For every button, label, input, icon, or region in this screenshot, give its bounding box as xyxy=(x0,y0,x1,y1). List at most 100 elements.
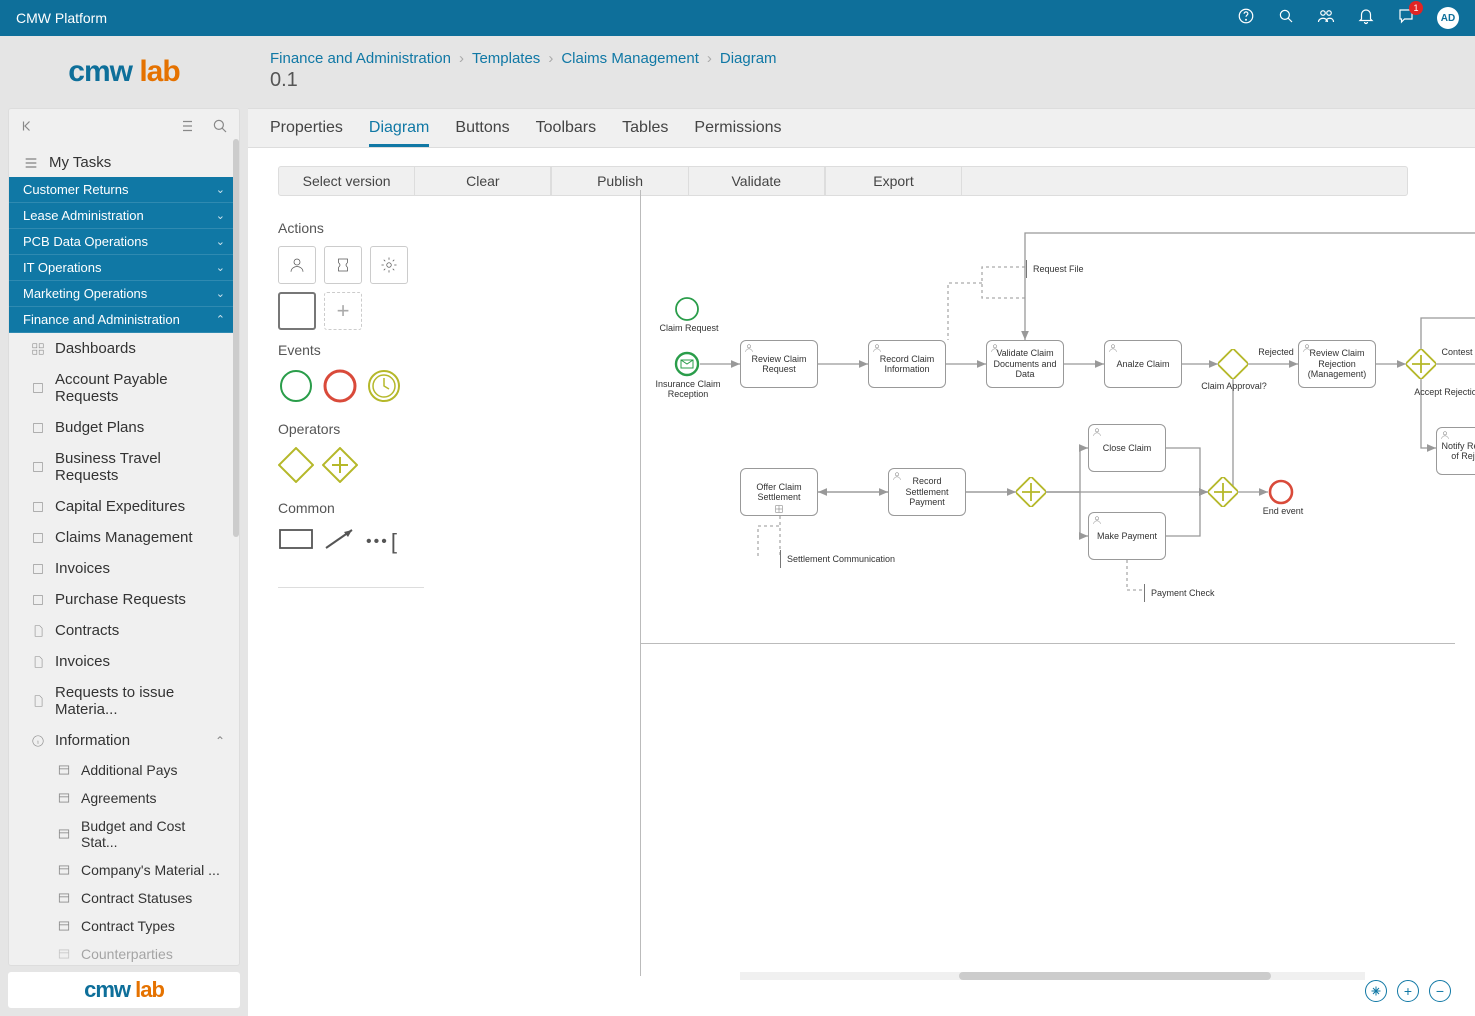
tab-properties[interactable]: Properties xyxy=(270,109,343,147)
sub-counterparties[interactable]: Counterparties xyxy=(9,940,239,965)
edge-contest-label: Contest Rejection xyxy=(1440,348,1475,358)
nav-invoices[interactable]: Invoices xyxy=(9,553,239,584)
sub-company-material[interactable]: Company's Material ... xyxy=(9,856,239,884)
zoom-controls: + − xyxy=(1365,980,1451,1002)
sub-agreements[interactable]: Agreements xyxy=(9,784,239,812)
task-analyze-claim[interactable]: Analze Claim xyxy=(1104,340,1182,388)
task-close-claim[interactable]: Close Claim xyxy=(1088,424,1166,472)
chevron-down-icon: ⌄ xyxy=(216,183,225,196)
palette-parallel-gateway-icon[interactable] xyxy=(322,447,358,488)
annotation-payment-check[interactable]: Payment Check xyxy=(1144,584,1221,602)
palette-service-task-icon[interactable] xyxy=(370,246,408,284)
palette-gateway-icon[interactable] xyxy=(278,447,314,488)
sub-contract-statuses[interactable]: Contract Statuses xyxy=(9,884,239,912)
task-offer-settlement[interactable]: Offer Claim Settlement xyxy=(740,468,818,516)
nav-information[interactable]: Information ⌃ xyxy=(9,725,239,756)
palette-actions-label: Actions xyxy=(278,220,424,236)
version-label: 0.1 xyxy=(270,69,1453,92)
section-it-ops[interactable]: IT Operations⌄ xyxy=(9,255,239,281)
task-record-settlement[interactable]: Record Settlement Payment xyxy=(888,468,966,516)
tab-tables[interactable]: Tables xyxy=(622,109,668,147)
crumb-1[interactable]: Templates xyxy=(472,50,540,67)
zoom-out-icon[interactable]: − xyxy=(1429,980,1451,1002)
nav-scroll[interactable]: My Tasks Customer Returns⌄ Lease Adminis… xyxy=(9,148,239,965)
nav-invoices-2[interactable]: Invoices xyxy=(9,646,239,677)
task-make-payment[interactable]: Make Payment xyxy=(1088,512,1166,560)
nav-dashboards[interactable]: Dashboards xyxy=(9,333,239,364)
main-area: Finance and Administration› Templates› C… xyxy=(248,36,1475,1016)
collapse-nav-icon[interactable] xyxy=(19,117,37,140)
palette-start-event-icon[interactable] xyxy=(278,368,314,409)
nav-travel-requests[interactable]: Business Travel Requests xyxy=(9,443,239,491)
nav-capex[interactable]: Capital Expeditures xyxy=(9,491,239,522)
help-icon[interactable] xyxy=(1237,7,1255,30)
nav-scrollbar[interactable] xyxy=(233,139,239,537)
nav-contracts[interactable]: Contracts xyxy=(9,615,239,646)
app-title: CMW Platform xyxy=(16,10,1237,26)
palette-script-task-icon[interactable] xyxy=(324,246,362,284)
btn-select-version[interactable]: Select version xyxy=(279,167,415,195)
palette-common-label: Common xyxy=(278,500,424,516)
palette-user-task-icon[interactable] xyxy=(278,246,316,284)
section-pcb[interactable]: PCB Data Operations⌄ xyxy=(9,229,239,255)
task-validate-docs[interactable]: Validate Claim Documents and Data xyxy=(986,340,1064,388)
section-customer-returns[interactable]: Customer Returns⌄ xyxy=(9,177,239,203)
chevron-down-icon: ⌄ xyxy=(216,261,225,274)
task-review-rejection[interactable]: Review Claim Rejection (Management) xyxy=(1298,340,1376,388)
message-start-event[interactable] xyxy=(674,351,700,377)
annotation-settlement-comm[interactable]: Settlement Communication xyxy=(780,550,901,568)
nav-purchase-requests[interactable]: Purchase Requests xyxy=(9,584,239,615)
nav-budget-plans[interactable]: Budget Plans xyxy=(9,412,239,443)
palette-end-event-icon[interactable] xyxy=(322,368,358,409)
start-event[interactable] xyxy=(674,296,700,322)
palette-annotation-icon[interactable]: •••[ xyxy=(366,529,397,555)
gateway-parallel[interactable] xyxy=(1406,349,1436,379)
search-icon[interactable] xyxy=(1277,7,1295,30)
messages-icon[interactable]: 1 xyxy=(1397,7,1415,30)
task-record-claim-info[interactable]: Record Claim Information xyxy=(868,340,946,388)
sub-contract-types[interactable]: Contract Types xyxy=(9,912,239,940)
tab-diagram[interactable]: Diagram xyxy=(369,109,429,147)
diagram-canvas[interactable]: Claim Request Insurance Claim Reception … xyxy=(440,148,1475,1016)
section-marketing[interactable]: Marketing Operations⌄ xyxy=(9,281,239,307)
people-icon[interactable] xyxy=(1317,7,1335,30)
end-event-2[interactable] xyxy=(1268,479,1294,505)
gateway-split[interactable] xyxy=(1016,477,1046,507)
nav-claims-mgmt[interactable]: Claims Management xyxy=(9,522,239,553)
palette-add-icon[interactable]: + xyxy=(324,292,362,330)
tab-toolbars[interactable]: Toolbars xyxy=(536,109,596,147)
section-finance[interactable]: Finance and Administration⌃ xyxy=(9,307,239,333)
zoom-fit-icon[interactable] xyxy=(1365,980,1387,1002)
gateway-join[interactable] xyxy=(1208,477,1238,507)
palette-flow-icon[interactable] xyxy=(322,526,358,557)
palette-timer-event-icon[interactable] xyxy=(366,368,402,409)
message-start-label: Insurance Claim Reception xyxy=(648,380,728,400)
tab-buttons[interactable]: Buttons xyxy=(455,109,509,147)
nav-search-icon[interactable] xyxy=(211,117,229,140)
breadcrumb: Finance and Administration› Templates› C… xyxy=(270,50,1453,67)
palette-task-icon[interactable] xyxy=(278,292,316,330)
bell-icon[interactable] xyxy=(1357,7,1375,30)
nav-ap-requests[interactable]: Account Payable Requests xyxy=(9,364,239,412)
task-review-claim[interactable]: Review Claim Request xyxy=(740,340,818,388)
task-notify-requester[interactable]: Notify Requester of Rejection xyxy=(1436,427,1475,475)
horizontal-scrollbar[interactable] xyxy=(740,972,1365,980)
zoom-in-icon[interactable]: + xyxy=(1397,980,1419,1002)
gateway-approval[interactable] xyxy=(1218,349,1248,379)
palette-pool-icon[interactable] xyxy=(278,526,314,557)
edge-accept-label: Accept Rejection xyxy=(1408,388,1475,398)
tab-permissions[interactable]: Permissions xyxy=(694,109,781,147)
sub-additional-pays[interactable]: Additional Pays xyxy=(9,756,239,784)
crumb-0[interactable]: Finance and Administration xyxy=(270,50,451,67)
end-event-2-label: End event xyxy=(1258,507,1308,517)
my-tasks[interactable]: My Tasks xyxy=(9,148,239,177)
list-view-icon[interactable] xyxy=(177,117,195,140)
avatar[interactable]: AD xyxy=(1437,7,1459,29)
sub-budget-cost[interactable]: Budget and Cost Stat... xyxy=(9,812,239,856)
crumb-2[interactable]: Claims Management xyxy=(561,50,699,67)
top-bar: CMW Platform 1 AD xyxy=(0,0,1475,36)
section-lease-admin[interactable]: Lease Administration⌄ xyxy=(9,203,239,229)
annotation-request-file[interactable]: Request File xyxy=(1026,260,1090,278)
crumb-3[interactable]: Diagram xyxy=(720,50,777,67)
nav-issue-materials[interactable]: Requests to issue Materia... xyxy=(9,677,239,725)
